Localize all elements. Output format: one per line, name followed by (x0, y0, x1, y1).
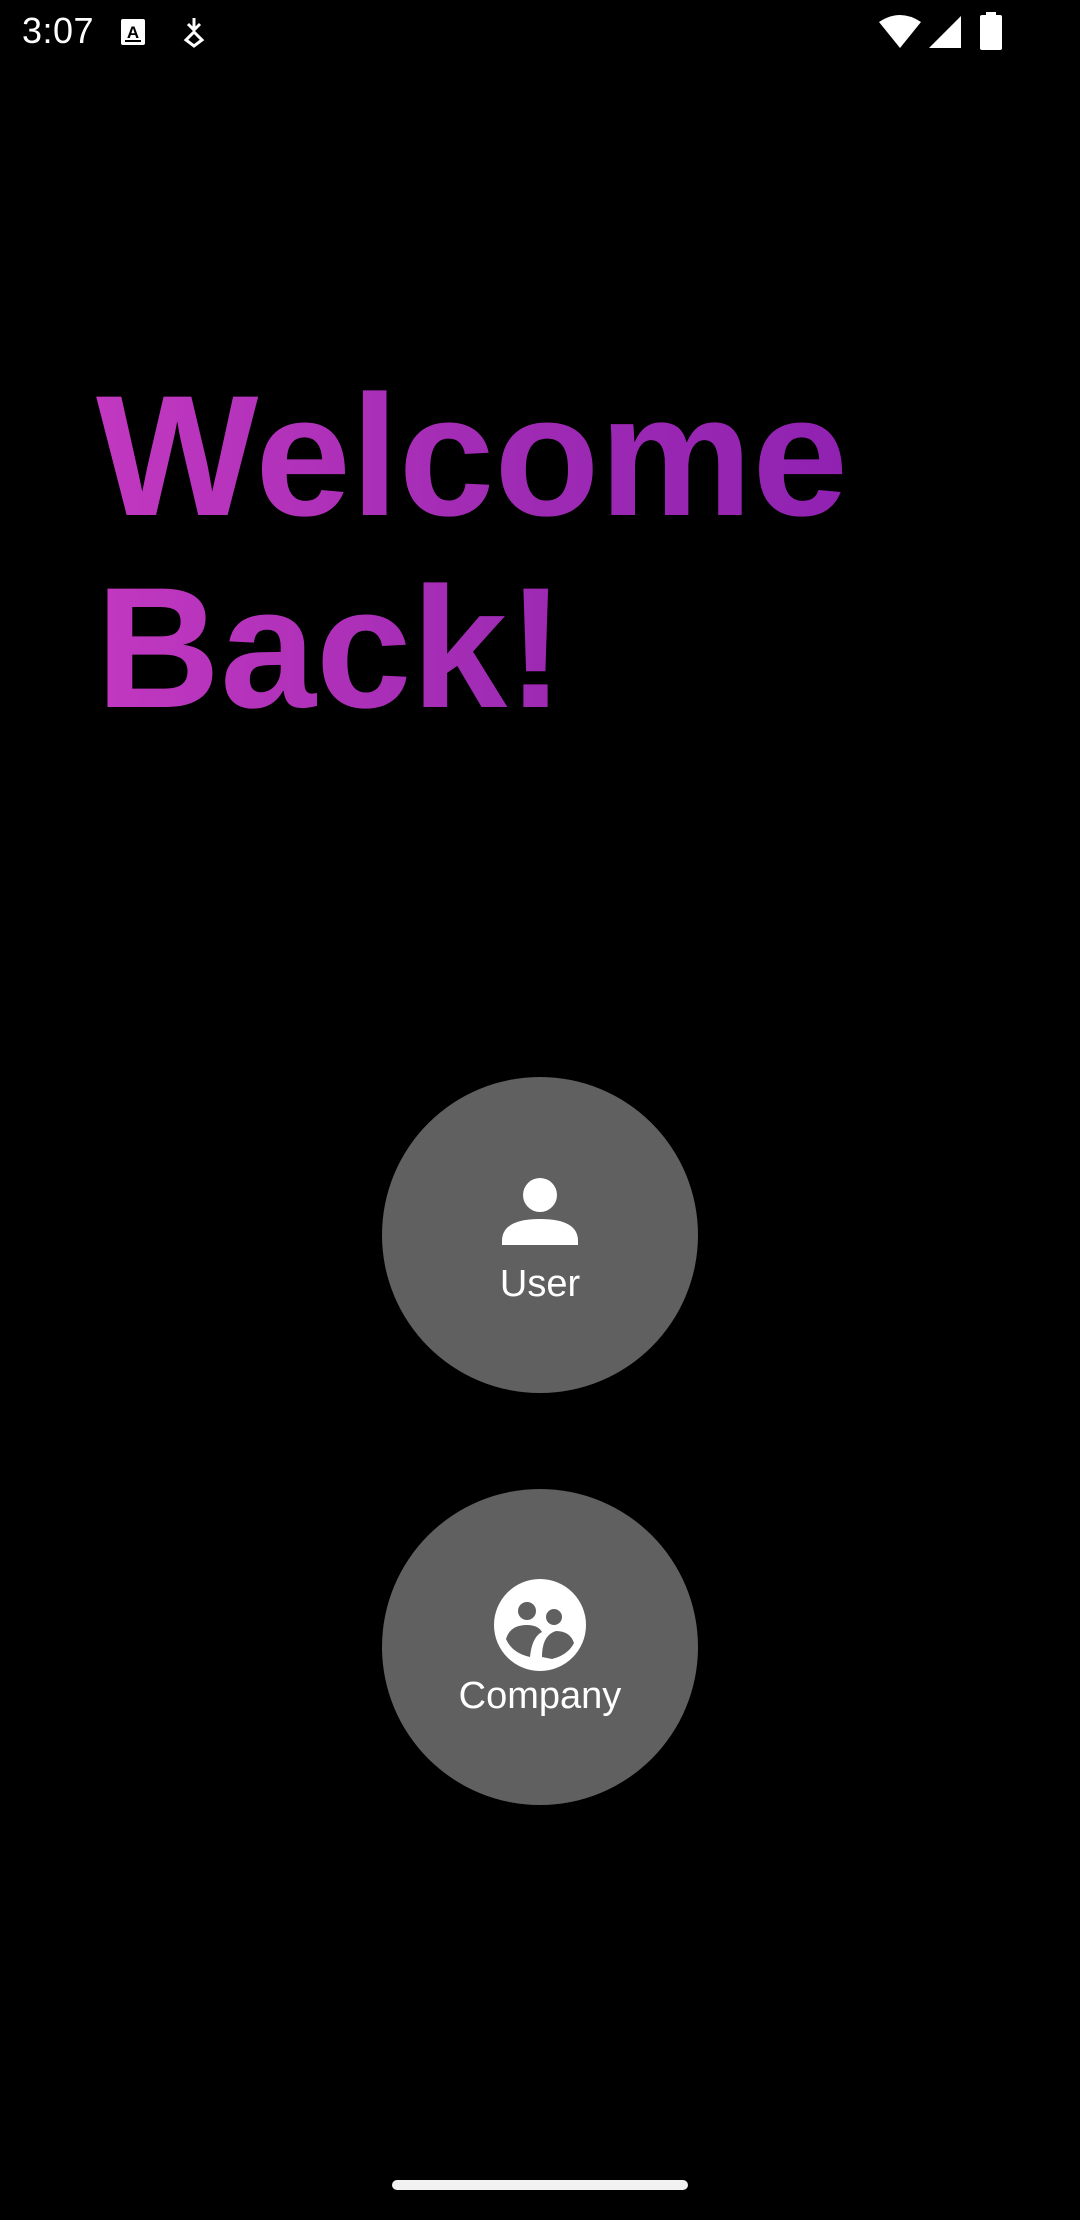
svg-text:A: A (127, 23, 139, 42)
welcome-heading: Welcome Back! (96, 360, 996, 744)
welcome-line-1: Welcome (96, 360, 996, 552)
welcome-screen: 3:07 A Welcome Back! User Company (0, 0, 1080, 2220)
cell-signal-icon (929, 16, 961, 48)
status-bar: 3:07 A (0, 0, 1080, 66)
notification-a-icon: A (121, 19, 145, 45)
group-icon (494, 1578, 586, 1671)
status-time: 3:07 (22, 10, 95, 51)
user-button[interactable]: User (382, 1077, 698, 1393)
welcome-line-2: Back! (96, 552, 996, 744)
notification-download-icon (183, 18, 205, 48)
user-label: User (499, 1262, 581, 1305)
gesture-nav-handle[interactable] (392, 2180, 688, 2190)
company-label: Company (458, 1674, 622, 1717)
battery-icon (980, 12, 1002, 50)
wifi-icon (879, 15, 921, 48)
company-button[interactable]: Company (382, 1489, 698, 1805)
person-icon (502, 1177, 578, 1245)
